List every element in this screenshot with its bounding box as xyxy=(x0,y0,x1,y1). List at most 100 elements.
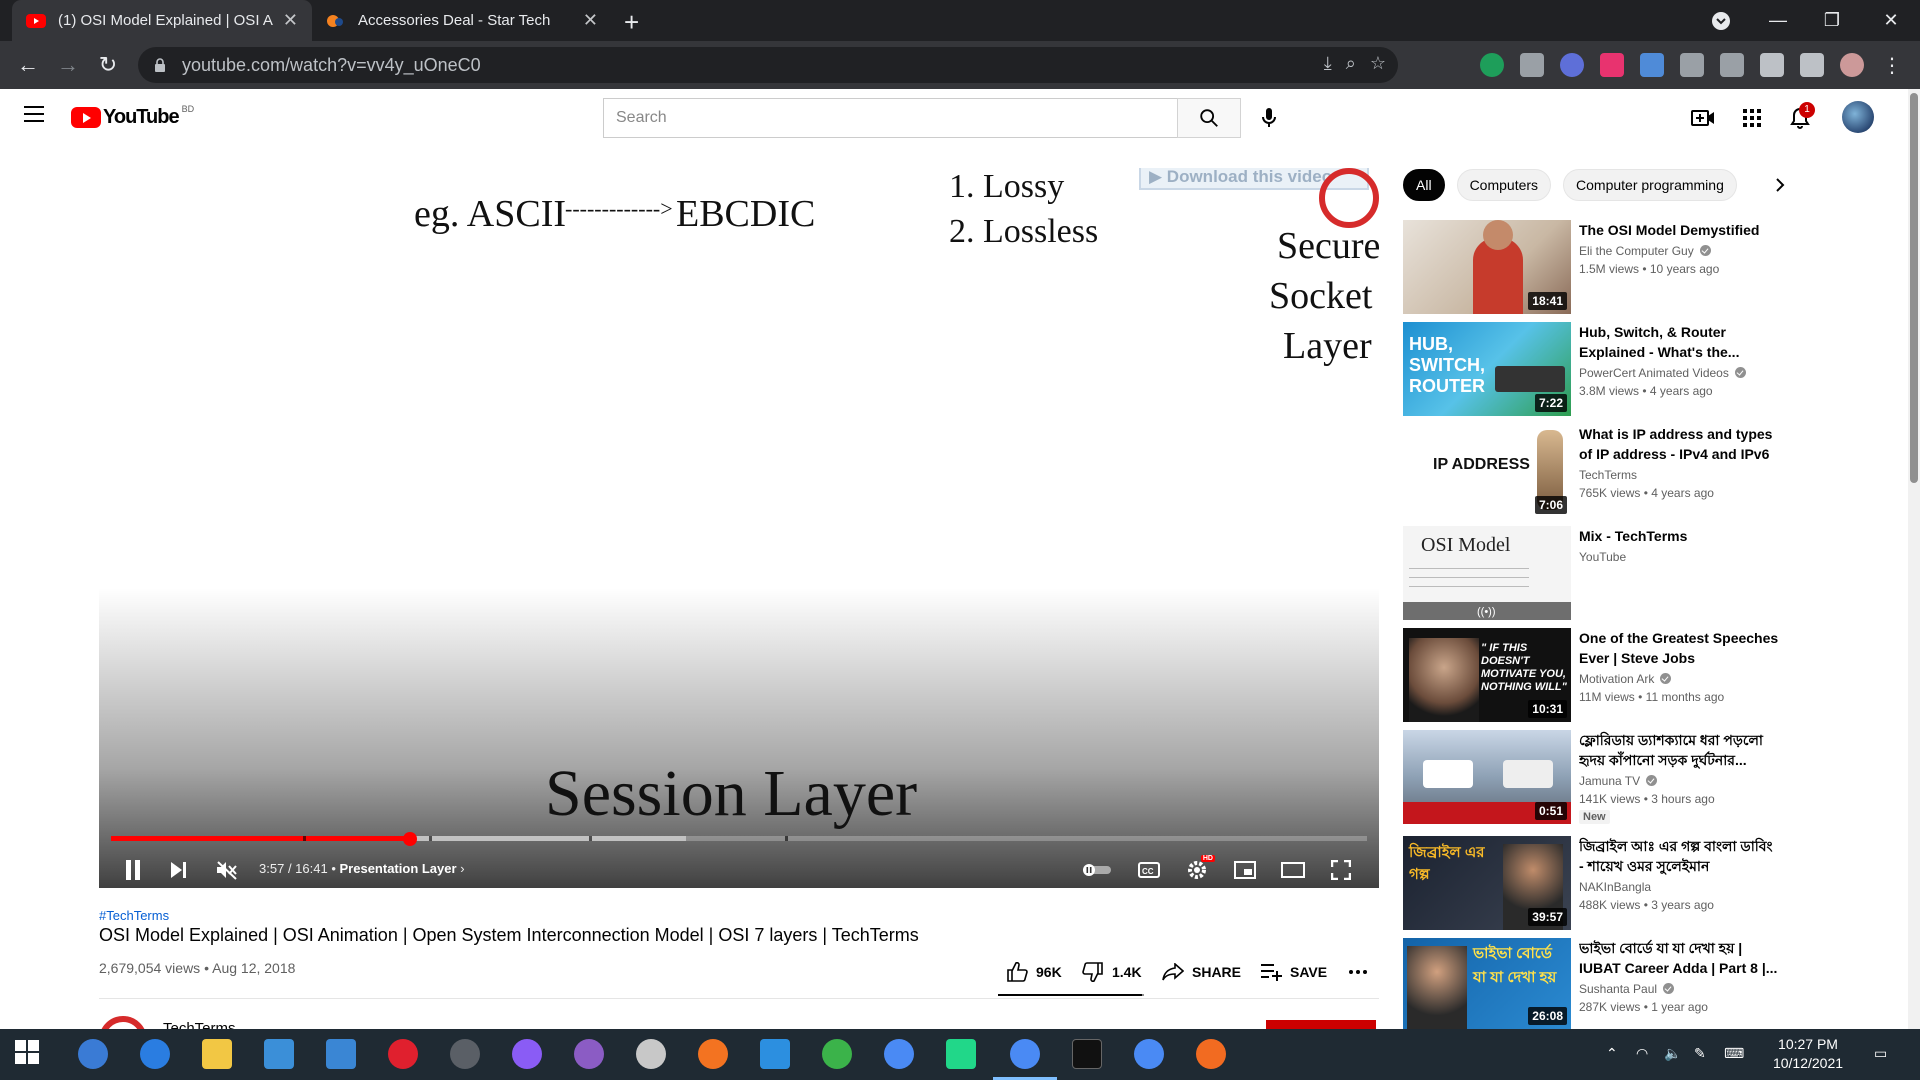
pen-extension-icon[interactable] xyxy=(1720,53,1744,77)
vscode-icon[interactable] xyxy=(760,1039,790,1069)
recommendation-item[interactable]: IP ADDRESS 7:06 What is IP address and t… xyxy=(1403,424,1783,518)
file-explorer-icon[interactable] xyxy=(202,1039,232,1069)
mail-icon[interactable] xyxy=(326,1039,356,1069)
video-hashtag[interactable]: #TechTerms xyxy=(99,908,169,923)
recommendation-channel[interactable]: PowerCert Animated Videos xyxy=(1579,366,1746,380)
terminal-icon[interactable] xyxy=(1072,1039,1102,1069)
keyboard-icon[interactable]: ⌨ xyxy=(1724,1045,1744,1062)
forward-button[interactable]: → xyxy=(54,51,82,79)
pause-button[interactable] xyxy=(115,852,151,888)
back-button[interactable]: ← xyxy=(14,51,42,79)
page-scrollbar[interactable] xyxy=(1908,89,1920,1029)
account-avatar[interactable] xyxy=(1842,101,1874,133)
browser-tab-youtube[interactable]: (1) OSI Model Explained | OSI Animation … xyxy=(12,0,312,41)
video-thumbnail[interactable]: 0:51 xyxy=(1403,730,1571,824)
theater-mode-button[interactable] xyxy=(1273,852,1313,888)
profile-avatar[interactable] xyxy=(1840,53,1864,77)
recommendation-title[interactable]: Mix - TechTerms xyxy=(1579,526,1779,546)
recommendation-title[interactable]: What is IP address and types of IP addre… xyxy=(1579,424,1779,464)
youtube-logo[interactable]: YouTube BD xyxy=(71,104,194,129)
zoom-icon[interactable]: ⌕ xyxy=(1346,53,1356,74)
create-video-button[interactable] xyxy=(1690,105,1716,131)
recommendation-channel[interactable]: TechTerms xyxy=(1579,468,1637,482)
new-tab-button[interactable]: + xyxy=(624,7,639,38)
more-actions-button[interactable] xyxy=(1348,960,1376,984)
address-bar[interactable]: youtube.com/watch?v=vv4y_uOneC0 ⤓ ⌕ ☆ xyxy=(138,47,1398,83)
tray-overflow-icon[interactable]: ⌃ xyxy=(1606,1045,1618,1062)
recommendation-item[interactable]: জিব্রাইল এর গল্প 39:57 জিব্রাইল আঃ এর গল… xyxy=(1403,836,1783,930)
recommendation-item[interactable]: HUB, SWITCH, ROUTER 7:22 Hub, Switch, & … xyxy=(1403,322,1783,416)
recommendation-item[interactable]: OSI Model ((•)) Mix - TechTerms YouTube xyxy=(1403,526,1783,620)
settings-button[interactable]: HD xyxy=(1177,852,1217,888)
recommendation-title[interactable]: Hub, Switch, & Router Explained - What's… xyxy=(1579,322,1779,362)
extension-icon[interactable] xyxy=(1680,53,1704,77)
chip-all[interactable]: All xyxy=(1403,169,1445,201)
postman-icon[interactable] xyxy=(1196,1039,1226,1069)
download-extension-icon[interactable] xyxy=(1640,53,1664,77)
inkscape-icon[interactable] xyxy=(450,1039,480,1069)
system-clock[interactable]: 10:27 PM 10/12/2021 xyxy=(1758,1035,1858,1073)
scrubber-handle[interactable] xyxy=(402,832,417,846)
video-thumbnail[interactable]: জিব্রাইল এর গল্প 39:57 xyxy=(1403,836,1571,930)
puzzle-icon[interactable] xyxy=(1760,53,1784,77)
recommendation-channel[interactable]: Motivation Ark xyxy=(1579,672,1672,686)
miniplayer-button[interactable] xyxy=(1225,852,1265,888)
reading-list-icon[interactable] xyxy=(1800,53,1824,77)
hamburger-menu-icon[interactable] xyxy=(24,106,44,122)
fullscreen-button[interactable] xyxy=(1321,852,1361,888)
like-button[interactable]: 96K xyxy=(1006,960,1062,984)
video-thumbnail[interactable]: HUB, SWITCH, ROUTER 7:22 xyxy=(1403,322,1571,416)
store-icon[interactable] xyxy=(264,1039,294,1069)
recommendation-item[interactable]: " IF THIS DOESN'T MOTIVATE YOU, NOTHING … xyxy=(1403,628,1783,722)
recommendation-title[interactable]: One of the Greatest Speeches Ever | Stev… xyxy=(1579,628,1779,668)
install-app-icon[interactable]: ⤓ xyxy=(1324,53,1332,74)
edge-icon[interactable] xyxy=(140,1039,170,1069)
player-extension-icon[interactable] xyxy=(1600,53,1624,77)
channel-watermark[interactable] xyxy=(1319,168,1379,228)
recommendation-item[interactable]: 18:41 The OSI Model Demystified Eli the … xyxy=(1403,220,1783,314)
save-button[interactable]: SAVE xyxy=(1260,960,1327,984)
grammarly-extension-icon[interactable] xyxy=(1480,53,1504,77)
start-button[interactable] xyxy=(14,1039,44,1069)
github-desktop-icon[interactable] xyxy=(574,1039,604,1069)
close-tab-icon[interactable]: ✕ xyxy=(283,10,298,31)
globe-app-icon[interactable] xyxy=(822,1039,852,1069)
opera-icon[interactable] xyxy=(388,1039,418,1069)
video-thumbnail[interactable]: IP ADDRESS 7:06 xyxy=(1403,424,1571,518)
share-button[interactable]: SHARE xyxy=(1162,960,1241,984)
qbittorrent-icon[interactable] xyxy=(78,1039,108,1069)
scrollbar-thumb[interactable] xyxy=(1910,93,1918,483)
recommendation-channel[interactable]: NAKInBangla xyxy=(1579,880,1651,894)
chrome-profile-icon[interactable] xyxy=(1134,1039,1164,1069)
search-button[interactable] xyxy=(1177,98,1241,138)
voice-search-button[interactable] xyxy=(1253,102,1285,134)
video-thumbnail[interactable]: 18:41 xyxy=(1403,220,1571,314)
chapter-title[interactable]: Presentation Layer xyxy=(340,861,457,876)
chrome-active-icon[interactable] xyxy=(1010,1039,1040,1069)
pen-icon[interactable]: ✎ xyxy=(1694,1045,1706,1062)
chip-computer-programming[interactable]: Computer programming xyxy=(1563,169,1737,201)
restore-button[interactable]: ❐ xyxy=(1805,0,1859,41)
tab-search-button[interactable] xyxy=(1696,0,1746,41)
browser-tab-startech[interactable]: Accessories Deal - Star Tech ✕ xyxy=(312,0,612,41)
minimize-button[interactable]: — xyxy=(1751,0,1805,41)
messenger-icon[interactable] xyxy=(512,1039,542,1069)
notification-center-icon[interactable]: ▭ xyxy=(1874,1045,1887,1062)
close-window-button[interactable]: ✕ xyxy=(1864,0,1918,41)
recommendation-title[interactable]: The OSI Model Demystified xyxy=(1579,220,1779,240)
recommendation-item[interactable]: 0:51 ফ্লোরিডায় ড্যাশক্যামে ধরা পড়লো হৃ… xyxy=(1403,730,1783,824)
next-button[interactable] xyxy=(161,852,197,888)
search-input[interactable]: Search xyxy=(603,98,1177,138)
close-tab-icon[interactable]: ✕ xyxy=(583,10,598,31)
video-thumbnail[interactable]: ভাইভা বোর্ডে যা যা দেখা হয় 26:08 xyxy=(1403,938,1571,1029)
video-thumbnail[interactable]: " IF THIS DOESN'T MOTIVATE YOU, NOTHING … xyxy=(1403,628,1571,722)
firefox-icon[interactable] xyxy=(698,1039,728,1069)
mute-button[interactable] xyxy=(209,852,245,888)
bookmark-star-icon[interactable]: ☆ xyxy=(1370,53,1386,74)
recommendation-channel[interactable]: Eli the Computer Guy xyxy=(1579,244,1711,258)
captions-button[interactable]: CC xyxy=(1129,852,1169,888)
video-thumbnail[interactable]: OSI Model ((•)) xyxy=(1403,526,1571,620)
recommendation-title[interactable]: জিব্রাইল আঃ এর গল্প বাংলা ডাবিং - শায়েখ… xyxy=(1579,836,1779,876)
recommendation-title[interactable]: ফ্লোরিডায় ড্যাশক্যামে ধরা পড়লো হৃদয় ক… xyxy=(1579,730,1779,770)
extension-icon[interactable] xyxy=(1560,53,1584,77)
